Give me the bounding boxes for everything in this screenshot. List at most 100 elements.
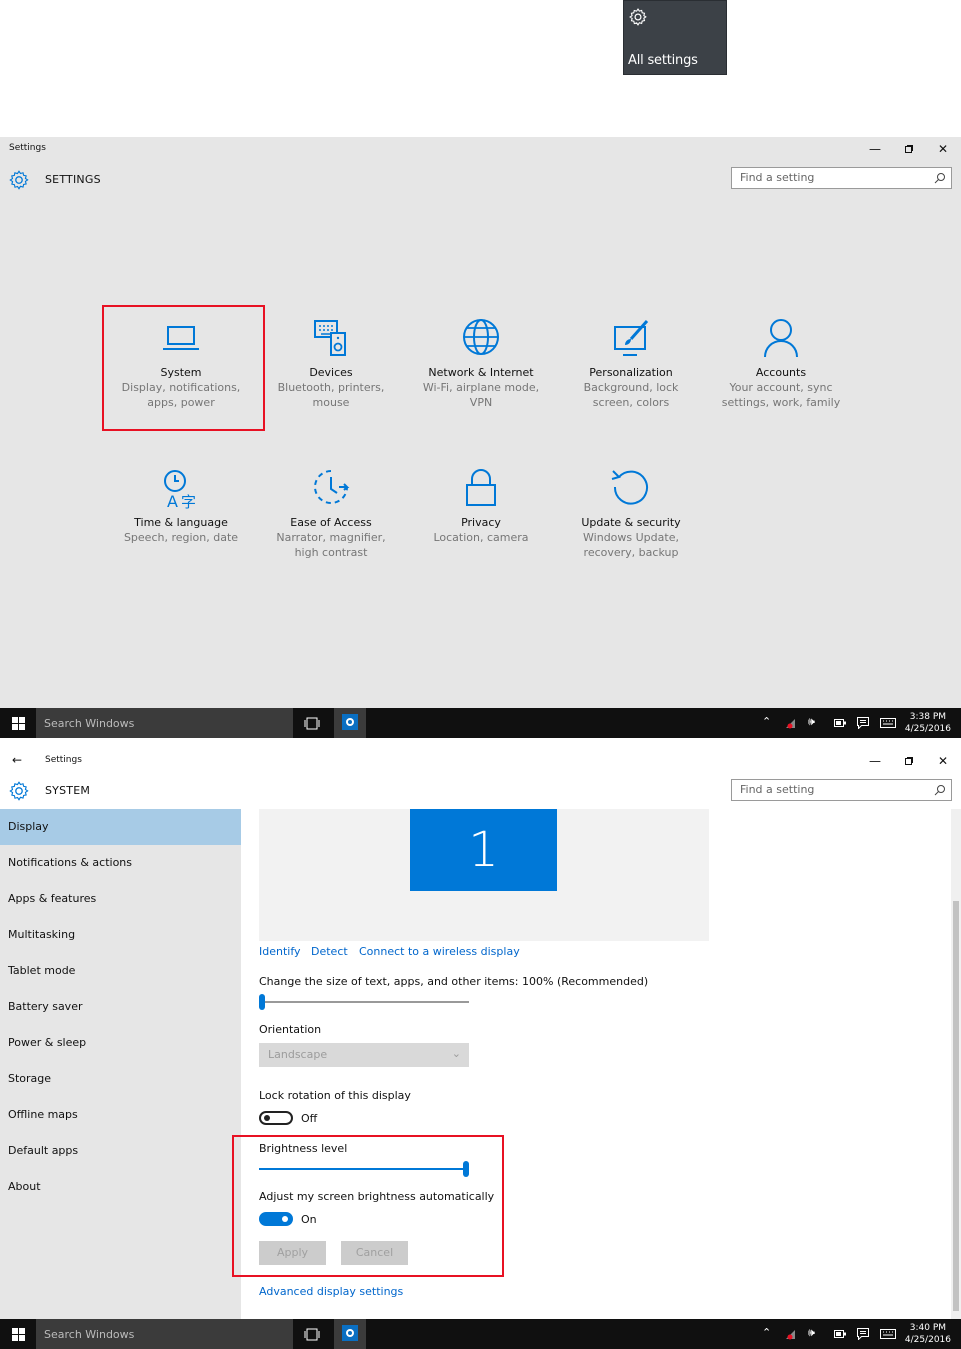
category-desc: Windows Update, [583,531,679,544]
minimize-button[interactable]: — [860,139,890,159]
category-time-language[interactable]: A字 Time & language Speech, region, date [106,467,256,545]
volume-icon[interactable]: 🕪 [808,715,815,729]
back-arrow-icon[interactable]: ← [12,753,22,767]
sidebar-item-display[interactable]: Display [0,809,241,845]
clock-date: 4/25/2016 [904,1335,951,1345]
scale-slider-track [259,1001,469,1003]
category-desc: Wi-Fi, airplane mode, [422,381,540,394]
taskbar-search-box[interactable]: Search Windows [36,1319,293,1349]
window-title: Settings [9,143,46,153]
sidebar-item-multitasking[interactable]: Multitasking [0,917,241,953]
category-ease-of-access[interactable]: Ease of Access Narrator, magnifier, high… [256,467,406,560]
category-name: Accounts [755,366,807,379]
detect-link[interactable]: Detect [311,945,348,958]
lock-rotation-state: Off [301,1112,318,1125]
sidebar-item-default-apps[interactable]: Default apps [0,1133,241,1169]
category-name: Update & security [581,516,681,529]
restore-button[interactable] [894,751,924,771]
gear-icon [346,718,354,726]
content-scrollbar[interactable] [951,809,961,1319]
network-warning-icon[interactable] [785,717,799,729]
paintbrush-icon [614,320,649,356]
keyboard-icon[interactable] [880,1329,896,1339]
category-desc: Location, camera [433,531,529,544]
task-view-icon[interactable] [304,1328,320,1341]
category-name: Privacy [461,516,501,529]
category-desc: VPN [469,396,493,409]
page-title: SETTINGS [45,173,101,186]
orientation-dropdown[interactable]: Landscape ⌄ [259,1043,469,1067]
sidebar-item-tablet-mode[interactable]: Tablet mode [0,953,241,989]
all-settings-tile[interactable]: All settings [623,0,727,75]
category-desc: recovery, backup [583,546,679,559]
highlight-box-system [102,305,265,431]
category-desc: Background, lock [583,381,679,394]
category-accounts[interactable]: Accounts Your account, sync settings, wo… [706,317,856,410]
connect-wireless-display-link[interactable]: Connect to a wireless display [359,945,520,958]
category-desc: Narrator, magnifier, [276,531,386,544]
taskbar: Search Windows ⌃ 🕪 3:40 PM 4/25/2016 [0,1319,961,1349]
minimize-button[interactable]: — [860,751,890,771]
scrollbar-thumb[interactable] [953,901,959,1311]
all-settings-label: All settings [628,53,698,68]
sidebar-item-storage[interactable]: Storage [0,1061,241,1097]
settings-gear-icon [9,170,29,190]
find-setting-input[interactable]: Find a setting [731,779,952,801]
restore-icon [905,145,913,153]
person-icon [764,319,798,358]
scale-label: Change the size of text, apps, and other… [259,975,649,988]
taskbar-clock[interactable]: 3:40 PM 4/25/2016 [905,1322,951,1346]
find-setting-input[interactable]: Find a setting [731,167,952,189]
lock-rotation-toggle[interactable] [259,1111,293,1125]
task-view-icon[interactable] [304,717,320,730]
taskbar-search-placeholder: Search Windows [44,1328,135,1341]
battery-icon[interactable] [834,1330,846,1338]
scale-slider-thumb[interactable] [259,994,265,1010]
chevron-down-icon: ⌄ [451,1047,461,1060]
search-placeholder: Find a setting [740,171,815,184]
sidebar-item-apps-features[interactable]: Apps & features [0,881,241,917]
sidebar-item-battery-saver[interactable]: Battery saver [0,989,241,1025]
sidebar-item-notifications[interactable]: Notifications & actions [0,845,241,881]
sidebar-item-power-sleep[interactable]: Power & sleep [0,1025,241,1061]
windows-start-icon[interactable] [12,1328,25,1341]
network-warning-icon[interactable] [785,1328,799,1340]
chevron-up-icon[interactable]: ⌃ [762,1326,771,1339]
sidebar-item-offline-maps[interactable]: Offline maps [0,1097,241,1133]
category-personalization[interactable]: Personalization Background, lock screen,… [556,317,706,410]
settings-window-system: ← Settings — ✕ SYSTEM Find a setting Dis… [0,749,961,1319]
advanced-display-settings-link[interactable]: Advanced display settings [259,1285,403,1298]
monitor-layout-area: 1 [259,809,709,941]
highlight-box-brightness [232,1135,504,1277]
page-title: SYSTEM [45,784,91,797]
monitor-1-tile[interactable]: 1 [410,809,557,891]
category-devices[interactable]: Devices Bluetooth, printers, mouse [256,317,406,410]
chevron-up-icon[interactable]: ⌃ [762,715,771,728]
settings-window-home: Settings — ✕ SETTINGS Find a setting Sys… [0,137,961,708]
category-privacy[interactable]: Privacy Location, camera [406,467,556,545]
windows-start-icon[interactable] [12,717,25,730]
battery-icon[interactable] [834,719,846,727]
action-center-icon[interactable] [857,1328,869,1340]
orientation-value: Landscape [268,1048,328,1061]
category-network[interactable]: Network & Internet Wi-Fi, airplane mode,… [406,317,556,410]
category-name: Ease of Access [290,516,372,529]
action-center-icon[interactable] [857,717,869,729]
close-button[interactable]: ✕ [928,139,958,159]
svg-text:字: 字 [181,493,196,511]
volume-icon[interactable]: 🕪 [808,1326,815,1340]
category-update-security[interactable]: Update & security Windows Update, recove… [556,467,706,560]
taskbar-search-box[interactable]: Search Windows [36,708,293,738]
taskbar-clock[interactable]: 3:38 PM 4/25/2016 [905,711,951,735]
taskbar-settings-app[interactable] [334,1319,366,1349]
clock-time: 3:40 PM [909,1323,947,1333]
taskbar-settings-app[interactable] [334,708,366,738]
system-sidebar: Display Notifications & actions Apps & f… [0,809,241,1319]
category-name: Devices [309,366,353,379]
identify-link[interactable]: Identify [259,945,301,958]
time-language-icon: A字 [164,470,196,511]
sidebar-item-about[interactable]: About [0,1169,241,1205]
close-button[interactable]: ✕ [928,751,958,771]
keyboard-icon[interactable] [880,718,896,728]
restore-button[interactable] [894,139,924,159]
